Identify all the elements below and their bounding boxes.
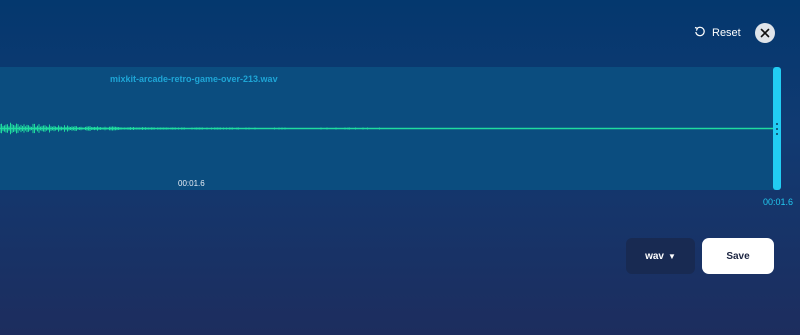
close-icon	[760, 26, 770, 41]
save-button[interactable]: Save	[702, 238, 774, 274]
format-dropdown[interactable]: wav ▼	[626, 238, 695, 274]
end-time-label: 00:01.6	[763, 197, 794, 207]
chevron-down-icon: ▼	[667, 251, 676, 261]
reset-icon	[694, 26, 706, 41]
playhead-time: 00:01.6	[178, 179, 205, 188]
grip-icon	[776, 123, 778, 135]
trim-handle-end[interactable]	[773, 67, 781, 190]
format-value: wav	[645, 250, 664, 262]
waveform	[0, 122, 776, 135]
close-button[interactable]	[755, 23, 775, 43]
reset-button[interactable]: Reset	[694, 22, 741, 44]
reset-label: Reset	[712, 27, 741, 39]
